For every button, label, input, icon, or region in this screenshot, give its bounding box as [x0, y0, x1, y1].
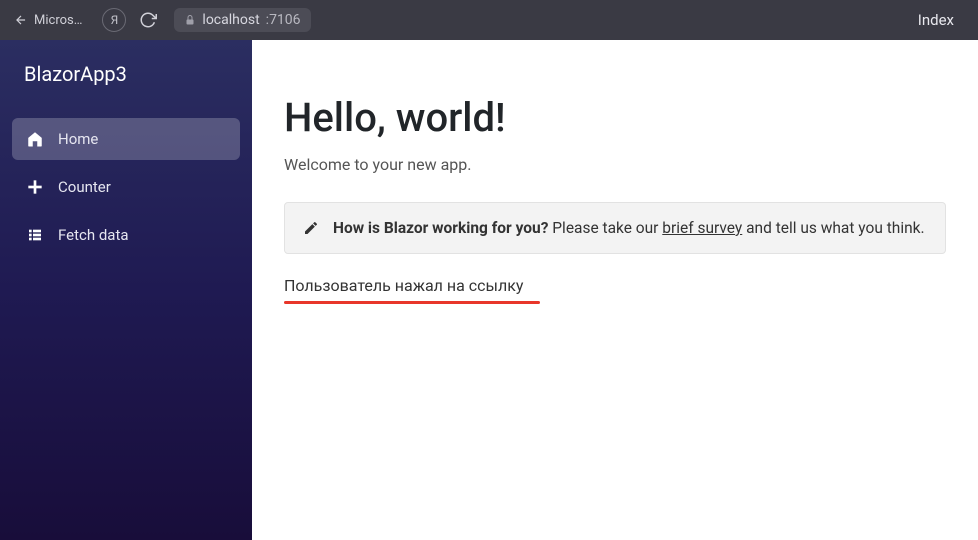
browser-toolbar: Micros… Я localhost :7106 Index	[0, 0, 978, 40]
yandex-button[interactable]: Я	[102, 8, 126, 32]
pencil-icon	[303, 220, 319, 236]
sidebar-item-label: Home	[58, 130, 98, 148]
clicked-message: Пользователь нажал на ссылку	[284, 276, 523, 299]
survey-question: How is Blazor working for you?	[333, 219, 548, 237]
survey-prefix: Please take our	[548, 219, 662, 237]
address-bar[interactable]: localhost :7106	[174, 8, 310, 32]
survey-suffix: and tell us what you think.	[742, 219, 924, 237]
tab-title: Micros…	[34, 13, 82, 28]
reload-button[interactable]	[136, 8, 160, 32]
back-icon[interactable]	[14, 13, 28, 27]
reload-icon	[139, 11, 157, 29]
browser-tab[interactable]: Micros…	[8, 13, 88, 28]
sidebar-item-label: Counter	[58, 178, 111, 196]
survey-link[interactable]: brief survey	[662, 219, 742, 237]
home-icon	[26, 130, 44, 148]
yandex-icon-label: Я	[111, 13, 119, 27]
plus-icon	[26, 178, 44, 196]
sidebar-item-label: Fetch data	[58, 226, 129, 244]
url-port: :7106	[266, 12, 301, 28]
list-icon	[26, 226, 44, 244]
page-title-indicator: Index	[918, 11, 970, 29]
lock-icon	[184, 14, 196, 26]
sidebar: BlazorApp3 Home Counter Fetch data	[0, 40, 252, 540]
welcome-text: Welcome to your new app.	[284, 155, 946, 174]
sidebar-item-fetchdata[interactable]: Fetch data	[12, 214, 240, 256]
page-heading: Hello, world!	[284, 94, 946, 141]
sidebar-item-home[interactable]: Home	[12, 118, 240, 160]
app-brand[interactable]: BlazorApp3	[0, 40, 252, 108]
survey-text: How is Blazor working for you? Please ta…	[333, 219, 925, 237]
app-container: BlazorApp3 Home Counter Fetch data	[0, 40, 978, 540]
clicked-message-wrapper: Пользователь нажал на ссылку	[284, 276, 946, 304]
highlight-underline	[284, 301, 540, 304]
nav-list: Home Counter Fetch data	[0, 108, 252, 266]
sidebar-item-counter[interactable]: Counter	[12, 166, 240, 208]
main-content: Hello, world! Welcome to your new app. H…	[252, 40, 978, 540]
survey-banner: How is Blazor working for you? Please ta…	[284, 202, 946, 254]
url-host: localhost	[202, 12, 259, 28]
